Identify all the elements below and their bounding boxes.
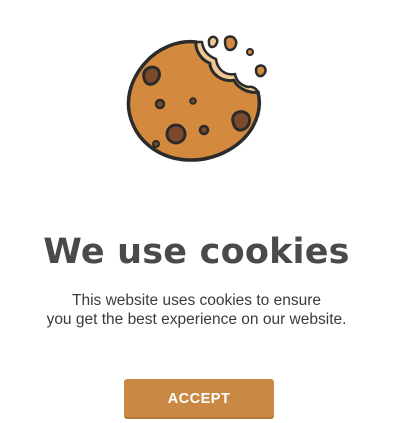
description-line-1: This website uses cookies to ensure (72, 292, 321, 309)
description-line-2: you get the best experience on our websi… (46, 311, 347, 328)
page-title: We use cookies (43, 232, 350, 272)
cookie-icon (126, 35, 267, 162)
cookie-description: This website uses cookies to ensure you … (0, 291, 393, 329)
accept-button[interactable]: ACCEPT (124, 379, 274, 419)
cookie-illustration (118, 30, 278, 165)
